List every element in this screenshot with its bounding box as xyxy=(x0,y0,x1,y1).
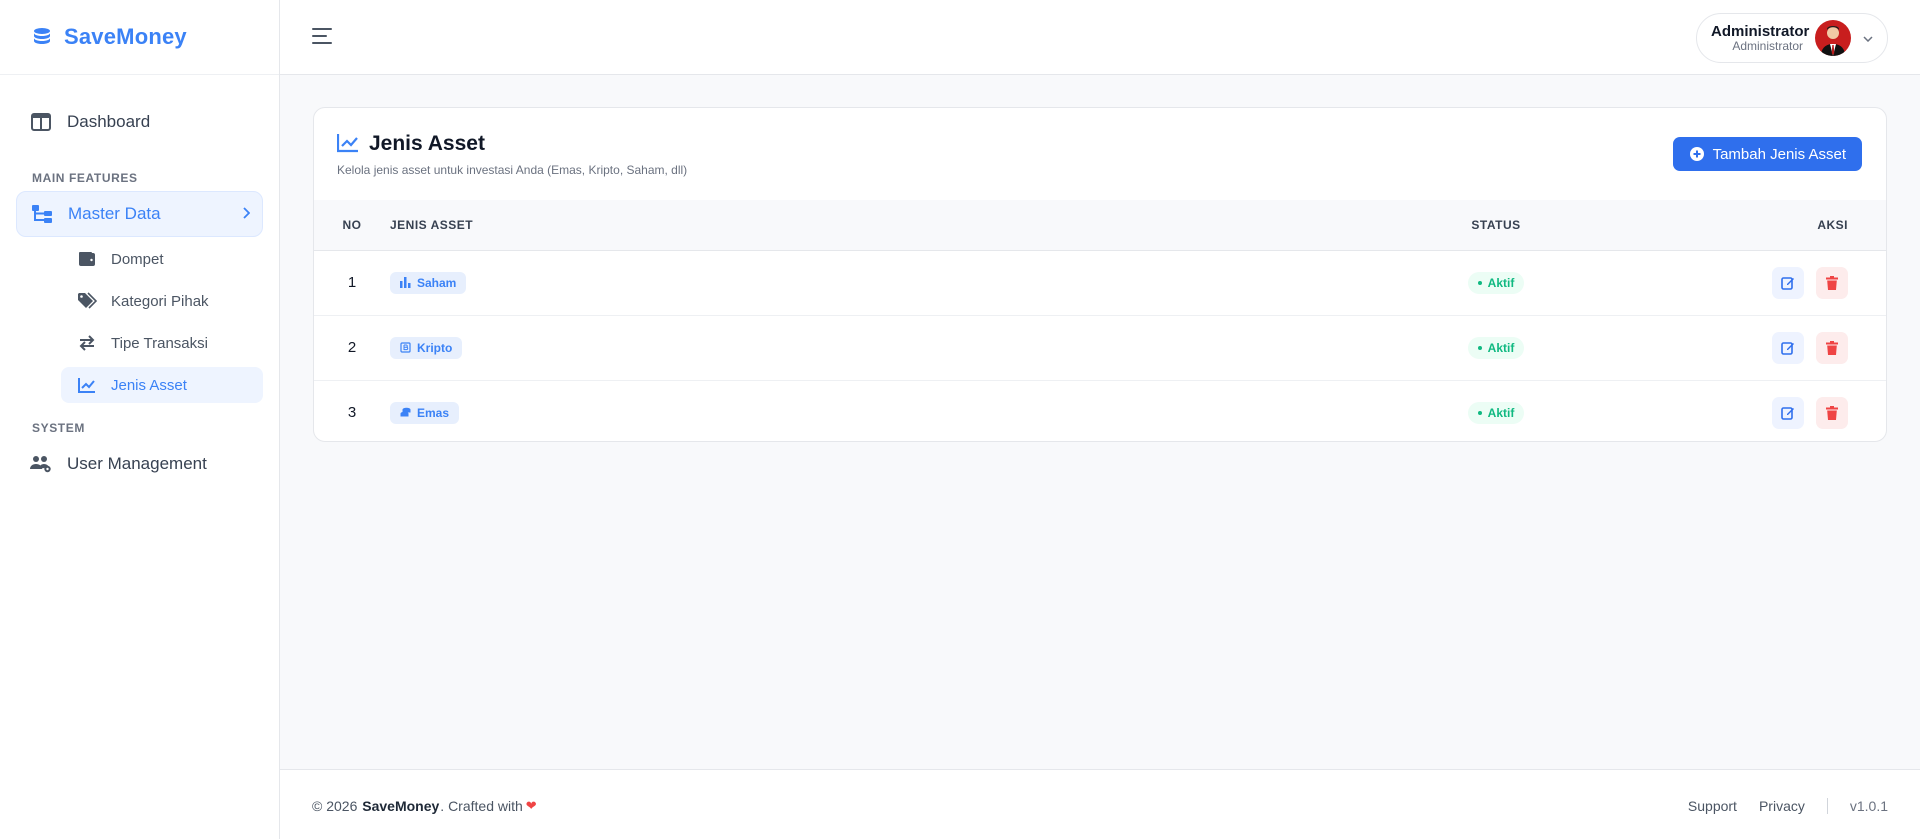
edit-icon xyxy=(1781,276,1794,290)
edit-icon xyxy=(1781,406,1794,420)
plus-circle-icon xyxy=(1689,146,1705,162)
row-number: 1 xyxy=(314,250,390,316)
footer-brand: SaveMoney xyxy=(362,798,440,814)
dashboard-icon xyxy=(30,111,52,133)
sidebar-item-tipe-transaksi[interactable]: Tipe Transaksi xyxy=(61,325,263,361)
avatar xyxy=(1815,20,1851,56)
hamburger-menu-icon[interactable] xyxy=(312,28,332,46)
sidebar-item-label: Master Data xyxy=(68,204,161,223)
sidebar-nav: Dashboard MAIN FEATURES Master Data Domp… xyxy=(0,75,279,487)
page-title: Jenis Asset xyxy=(336,132,485,156)
footer-links: Support Privacy v1.0.1 xyxy=(1666,798,1888,814)
sidebar-item-label: User Management xyxy=(67,454,207,473)
sidebar-item-kategori-pihak[interactable]: Kategori Pihak xyxy=(61,283,263,319)
sidebar: SaveMoney Dashboard MAIN FEATURES Master… xyxy=(0,0,280,839)
col-header-status: STATUS xyxy=(1446,200,1546,251)
sidebar-item-jenis-asset[interactable]: Jenis Asset xyxy=(61,367,263,403)
add-button-label: Tambah Jenis Asset xyxy=(1712,145,1846,163)
status-text: Aktif xyxy=(1487,275,1515,290)
chevron-right-icon xyxy=(242,206,251,222)
user-name: Administrator xyxy=(1711,23,1810,40)
sidebar-item-label: Kategori Pihak xyxy=(111,292,209,310)
asset-type-badge: Emas xyxy=(390,401,460,424)
table-row: 3 Emas Aktif xyxy=(314,380,1886,441)
card-header: Jenis Asset Kelola jenis asset untuk inv… xyxy=(314,108,1886,200)
version-label: v1.0.1 xyxy=(1849,798,1888,814)
delete-button[interactable] xyxy=(1816,266,1848,299)
delete-button[interactable] xyxy=(1816,331,1848,364)
footer-divider xyxy=(1826,798,1828,814)
chart-line-icon xyxy=(336,133,359,155)
edit-button[interactable] xyxy=(1771,266,1804,299)
user-info: Administrator Administrator xyxy=(1711,23,1810,53)
sidebar-item-label: Dashboard xyxy=(67,112,151,131)
col-header-no: NO xyxy=(314,200,390,251)
wallet-icon xyxy=(77,249,97,269)
edit-icon xyxy=(1781,341,1794,355)
section-main-features: MAIN FEATURES xyxy=(32,171,138,185)
status-badge: Aktif xyxy=(1467,336,1525,359)
col-header-jenis: JENIS ASSET xyxy=(390,200,1446,251)
sidebar-item-label: Dompet xyxy=(111,250,164,268)
trash-icon xyxy=(1826,405,1838,420)
sidebar-item-dashboard[interactable]: Dashboard xyxy=(16,99,263,145)
sidebar-item-label: Jenis Asset xyxy=(111,376,187,394)
brand-name: SaveMoney xyxy=(64,24,187,49)
page-subtitle: Kelola jenis asset untuk investasi Anda … xyxy=(337,163,688,177)
table-header-row: NO JENIS ASSET STATUS AKSI xyxy=(314,200,1886,251)
page-title-text: Jenis Asset xyxy=(369,132,485,155)
col-header-aksi: AKSI xyxy=(1546,200,1886,251)
heart-icon: ❤ xyxy=(525,798,537,813)
sidebar-item-dompet[interactable]: Dompet xyxy=(61,241,263,277)
sitemap-icon xyxy=(31,203,53,225)
footer: © 2026 SaveMoney. Crafted with ❤ Support… xyxy=(280,769,1920,839)
sidebar-item-label: Tipe Transaksi xyxy=(111,334,208,352)
row-number: 3 xyxy=(347,404,357,422)
edit-button[interactable] xyxy=(1771,396,1804,429)
copyright-year: © 2026 xyxy=(312,798,358,814)
bitcoin-icon xyxy=(400,342,411,353)
users-cog-icon xyxy=(30,453,52,475)
user-menu[interactable]: Administrator Administrator xyxy=(1696,13,1888,63)
status-badge: Aktif xyxy=(1467,401,1525,424)
exchange-icon xyxy=(77,333,97,353)
status-text: Aktif xyxy=(1487,405,1515,420)
brand[interactable]: SaveMoney xyxy=(0,0,279,75)
section-system: SYSTEM xyxy=(32,421,85,435)
support-link[interactable]: Support xyxy=(1688,798,1737,814)
trash-icon xyxy=(1826,340,1838,355)
table-row: 2 Kripto Aktif xyxy=(314,315,1886,381)
crafted-text: . Crafted with xyxy=(440,798,523,814)
asset-type-badge: Kripto xyxy=(390,336,463,359)
footer-copyright: © 2026 SaveMoney. Crafted with ❤ xyxy=(312,798,537,814)
topbar: Administrator Administrator xyxy=(280,0,1920,75)
row-number: 2 xyxy=(314,315,390,381)
trash-icon xyxy=(1826,275,1838,290)
status-text: Aktif xyxy=(1487,340,1515,355)
coins-icon xyxy=(400,407,411,418)
sidebar-item-master-data[interactable]: Master Data xyxy=(16,191,263,237)
status-badge: Aktif xyxy=(1467,271,1525,294)
master-data-submenu: Dompet Kategori Pihak Tipe Transaksi Jen… xyxy=(16,237,263,403)
tags-icon xyxy=(77,291,97,311)
asset-type-name: Saham xyxy=(417,275,457,290)
add-jenis-asset-button[interactable]: Tambah Jenis Asset xyxy=(1672,137,1862,171)
user-role: Administrator xyxy=(1732,39,1803,53)
jenis-asset-card: Jenis Asset Kelola jenis asset untuk inv… xyxy=(313,107,1887,442)
sidebar-item-user-management[interactable]: User Management xyxy=(16,441,263,487)
chevron-down-icon xyxy=(1863,31,1873,45)
asset-type-badge: Saham xyxy=(390,271,467,294)
asset-type-name: Kripto xyxy=(417,340,453,355)
table-row: 1 Saham Aktif xyxy=(314,250,1886,316)
database-logo-icon xyxy=(30,25,54,49)
chart-bar-icon xyxy=(400,277,411,288)
privacy-link[interactable]: Privacy xyxy=(1759,798,1805,814)
asset-type-name: Emas xyxy=(417,405,450,420)
edit-button[interactable] xyxy=(1771,331,1804,364)
chart-line-icon xyxy=(77,375,97,395)
delete-button[interactable] xyxy=(1816,396,1848,429)
jenis-asset-table: NO JENIS ASSET STATUS AKSI 1 Saham Aktif xyxy=(314,200,1886,441)
